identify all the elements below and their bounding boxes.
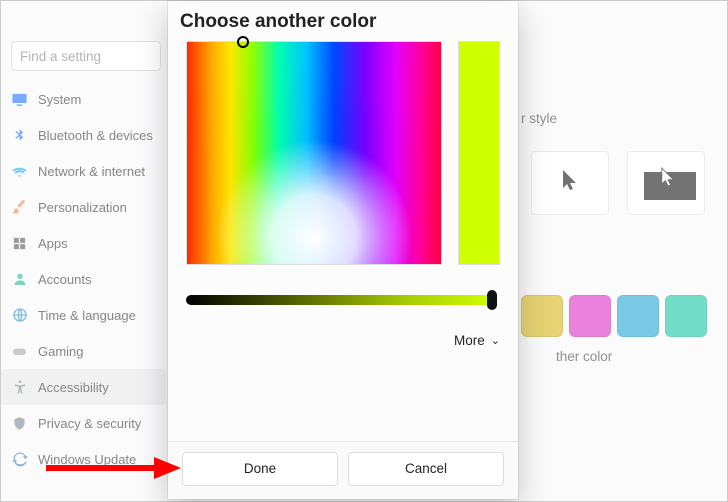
done-button-label: Done bbox=[244, 461, 276, 476]
sidebar-item-label: Bluetooth & devices bbox=[38, 128, 153, 143]
more-expander[interactable]: More ⌄ bbox=[186, 333, 500, 348]
sidebar-item-network[interactable]: Network & internet bbox=[1, 153, 166, 189]
sidebar-item-label: Apps bbox=[38, 236, 68, 251]
grid-icon bbox=[11, 235, 28, 252]
color-preview-column bbox=[458, 41, 500, 265]
color-picker-selector-ring[interactable] bbox=[237, 36, 249, 48]
chevron-down-icon: ⌄ bbox=[491, 334, 500, 347]
dialog-footer: Done Cancel bbox=[168, 441, 518, 499]
shield-icon bbox=[11, 415, 28, 432]
color-swatch[interactable] bbox=[569, 295, 611, 337]
sidebar-item-label: Time & language bbox=[38, 308, 136, 323]
sidebar-item-label: Accounts bbox=[38, 272, 91, 287]
brush-icon bbox=[11, 199, 28, 216]
sidebar-item-label: Gaming bbox=[38, 344, 84, 359]
sidebar-item-privacy[interactable]: Privacy & security bbox=[1, 405, 166, 441]
wifi-icon bbox=[11, 163, 28, 180]
done-button[interactable]: Done bbox=[182, 452, 338, 486]
sidebar-item-label: System bbox=[38, 92, 81, 107]
sidebar-item-label: Windows Update bbox=[38, 452, 136, 467]
pointer-style-cards bbox=[531, 151, 705, 215]
sidebar-item-label: Personalization bbox=[38, 200, 127, 215]
sidebar-item-personalization[interactable]: Personalization bbox=[1, 189, 166, 225]
pointer-style-card-black[interactable] bbox=[531, 151, 609, 215]
pointer-style-card-inverted[interactable] bbox=[627, 151, 705, 215]
sync-icon bbox=[11, 451, 28, 468]
recommended-colors bbox=[521, 295, 707, 337]
color-picker-dialog: Choose another color More ⌄ Done Cancel bbox=[168, 1, 518, 499]
cancel-button[interactable]: Cancel bbox=[348, 452, 504, 486]
sidebar-item-timelang[interactable]: Time & language bbox=[1, 297, 166, 333]
color-swatch[interactable] bbox=[617, 295, 659, 337]
bluetooth-icon bbox=[11, 127, 28, 144]
value-slider[interactable] bbox=[186, 295, 493, 305]
sidebar-item-label: Accessibility bbox=[38, 380, 109, 395]
sidebar-item-gaming[interactable]: Gaming bbox=[1, 333, 166, 369]
sidebar-item-bluetooth[interactable]: Bluetooth & devices bbox=[1, 117, 166, 153]
sidebar-item-label: Privacy & security bbox=[38, 416, 141, 431]
monitor-icon bbox=[11, 91, 28, 108]
person-icon bbox=[11, 271, 28, 288]
more-label: More bbox=[454, 333, 485, 348]
color-picker-canvas[interactable] bbox=[186, 41, 442, 265]
choose-another-color-fragment: ther color bbox=[556, 349, 612, 364]
sidebar-nav: System Bluetooth & devices Network & int… bbox=[1, 81, 166, 477]
cancel-button-label: Cancel bbox=[405, 461, 447, 476]
search-input[interactable] bbox=[11, 41, 161, 71]
sidebar-item-label: Network & internet bbox=[38, 164, 145, 179]
value-slider-thumb[interactable] bbox=[487, 290, 497, 310]
color-swatch[interactable] bbox=[665, 295, 707, 337]
sidebar-item-wu[interactable]: Windows Update bbox=[1, 441, 166, 477]
gamepad-icon bbox=[11, 343, 28, 360]
accessibility-icon bbox=[11, 379, 28, 396]
sidebar-item-apps[interactable]: Apps bbox=[1, 225, 166, 261]
pointer-style-heading-fragment: r style bbox=[521, 111, 557, 126]
globe-icon bbox=[11, 307, 28, 324]
cursor-icon bbox=[660, 166, 676, 193]
sidebar-item-accounts[interactable]: Accounts bbox=[1, 261, 166, 297]
dialog-title: Choose another color bbox=[168, 1, 518, 41]
cursor-icon bbox=[561, 168, 579, 198]
sidebar-item-accessibility[interactable]: Accessibility bbox=[1, 369, 166, 405]
sidebar-item-system[interactable]: System bbox=[1, 81, 166, 117]
mosaic-overlay bbox=[187, 42, 441, 264]
color-swatch[interactable] bbox=[521, 295, 563, 337]
